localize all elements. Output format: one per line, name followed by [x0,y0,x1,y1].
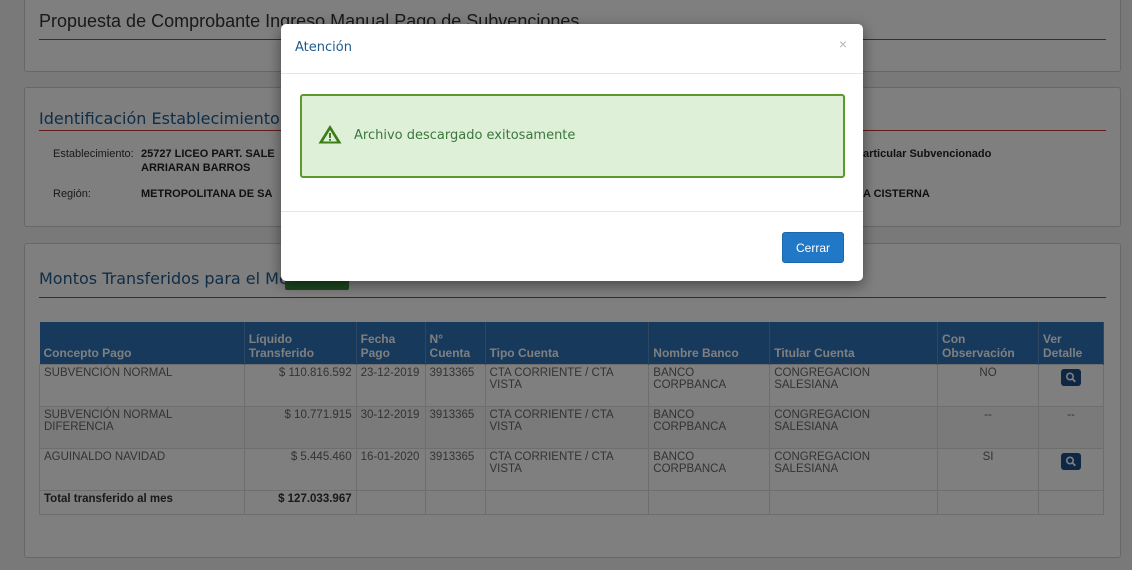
dialog-footer: Cerrar [281,211,863,282]
dialog-title: Atención [295,40,352,55]
close-icon[interactable]: × [839,36,847,52]
warning-triangle-icon [318,125,342,144]
alert-dialog: Atención × Archivo descargado exitosamen… [281,24,863,281]
success-alert: Archivo descargado exitosamente [300,94,845,178]
dialog-header: Atención × [281,24,863,74]
alert-message: Archivo descargado exitosamente [354,128,576,143]
close-button[interactable]: Cerrar [782,232,844,263]
